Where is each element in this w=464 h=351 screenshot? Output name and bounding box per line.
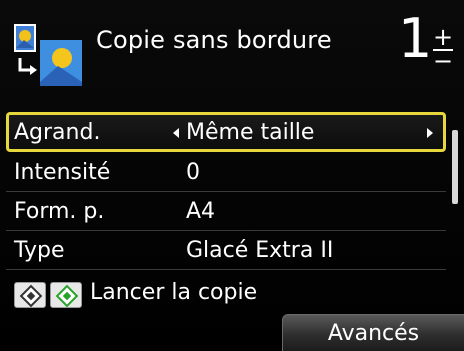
start-copy-label: Lancer la copie xyxy=(90,280,258,305)
setting-label: Agrand. xyxy=(14,119,101,145)
scrollbar[interactable] xyxy=(452,130,458,204)
plus-icon[interactable]: + xyxy=(432,25,454,49)
color-start-key-icon[interactable] xyxy=(50,282,82,308)
setting-label: Form. p. xyxy=(14,198,105,224)
setting-label: Type xyxy=(14,237,65,263)
setting-value: 0 xyxy=(186,159,200,185)
arrow-left-icon[interactable] xyxy=(173,128,179,138)
setting-label: Intensité xyxy=(14,159,111,185)
setting-row-intensity[interactable]: Intensité 0 xyxy=(6,153,446,192)
advanced-button[interactable]: Avancés xyxy=(282,314,464,351)
borderless-copy-icon xyxy=(14,24,82,86)
minus-icon[interactable]: − xyxy=(432,49,454,73)
lcd-screen: Copie sans bordure 1 + − Agrand. Même ta… xyxy=(0,0,464,351)
black-start-key-icon[interactable] xyxy=(14,282,46,308)
setting-row-media-type[interactable]: Type Glacé Extra II xyxy=(6,231,446,270)
page-title: Copie sans bordure xyxy=(96,26,332,54)
settings-list: Agrand. Même taille Intensité 0 Form. p.… xyxy=(6,112,446,270)
copies-count: 1 xyxy=(398,7,433,70)
start-copy-hint: Lancer la copie xyxy=(14,280,344,310)
setting-row-paper-size[interactable]: Form. p. A4 xyxy=(6,192,446,231)
copies-stepper[interactable]: + − xyxy=(432,25,454,74)
setting-value: Glacé Extra II xyxy=(186,237,334,263)
arrow-right-icon[interactable] xyxy=(427,128,433,138)
setting-value: A4 xyxy=(186,198,216,224)
setting-row-magnification[interactable]: Agrand. Même taille xyxy=(6,112,446,152)
setting-value: Même taille xyxy=(186,119,315,145)
